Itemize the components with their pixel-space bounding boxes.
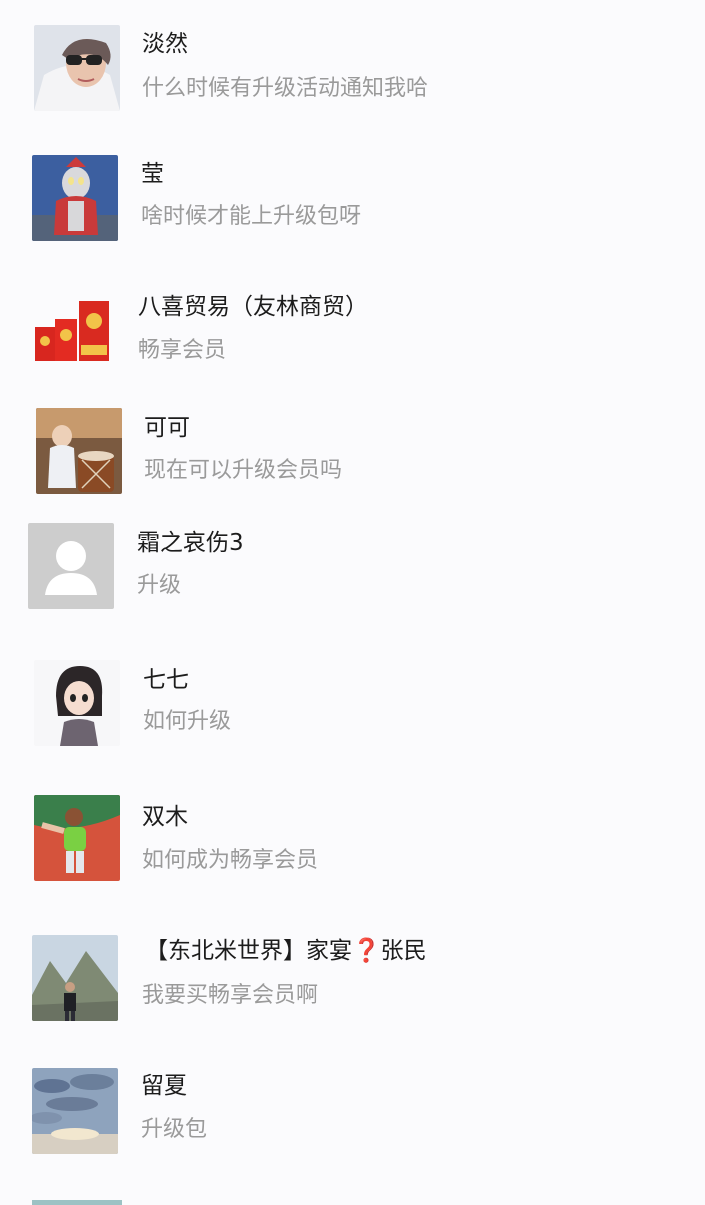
next-avatar-edge bbox=[32, 1200, 122, 1205]
contact-name: 莹 bbox=[141, 161, 164, 187]
list-item[interactable]: 留夏 升级包 bbox=[0, 1063, 705, 1183]
contact-name-prefix: 【东北米世界】家宴 bbox=[145, 938, 352, 964]
contact-name: 可可 bbox=[144, 415, 190, 441]
woman-sunglasses-avatar[interactable] bbox=[34, 25, 120, 111]
message-preview: 如何成为畅享会员 bbox=[142, 848, 319, 873]
message-preview: 什么时候有升级活动通知我哈 bbox=[142, 76, 429, 101]
question-mark-icon: ❓ bbox=[352, 938, 381, 964]
message-list-screen: { "messages": [ {"name": "淡然", "text": "… bbox=[0, 0, 705, 1205]
list-item[interactable]: 莹 啥时候才能上升级包呀 bbox=[0, 150, 705, 270]
mountain-man-avatar[interactable] bbox=[32, 935, 118, 1021]
default-person-avatar[interactable] bbox=[28, 523, 114, 609]
contact-name: 【东北米世界】家宴❓张民 bbox=[145, 940, 427, 963]
contact-name: 霜之哀伤3 bbox=[137, 530, 244, 556]
cloudy-sky-avatar[interactable] bbox=[32, 1068, 118, 1154]
contact-name: 八喜贸易（友林商贸） bbox=[138, 294, 368, 320]
message-preview: 如何升级 bbox=[143, 709, 232, 734]
list-item[interactable]: 可可 现在可以升级会员吗 bbox=[0, 405, 705, 525]
list-item[interactable]: 七七 如何升级 bbox=[0, 655, 705, 775]
list-item[interactable]: 双木 如何成为畅享会员 bbox=[0, 790, 705, 910]
list-item[interactable]: 霜之哀伤3 升级 bbox=[0, 520, 705, 640]
cartoon-girl-avatar[interactable] bbox=[34, 660, 120, 746]
red-envelopes-avatar[interactable] bbox=[33, 295, 113, 365]
contact-name: 七七 bbox=[143, 667, 189, 693]
message-preview: 我要买畅享会员啊 bbox=[142, 983, 319, 1008]
toddler-running-avatar[interactable] bbox=[34, 795, 120, 881]
ultraman-figure-avatar[interactable] bbox=[32, 155, 118, 241]
message-preview: 升级 bbox=[137, 573, 182, 598]
list-item[interactable]: 淡然 什么时候有升级活动通知我哈 bbox=[0, 20, 705, 140]
contact-name: 留夏 bbox=[141, 1073, 187, 1099]
message-preview: 啥时候才能上升级包呀 bbox=[141, 204, 362, 229]
message-preview: 畅享会员 bbox=[138, 338, 227, 363]
message-preview: 现在可以升级会员吗 bbox=[144, 458, 343, 483]
message-preview: 升级包 bbox=[141, 1117, 208, 1142]
contact-name-suffix: 张民 bbox=[380, 938, 427, 964]
child-drum-avatar[interactable] bbox=[36, 408, 122, 494]
contact-name: 淡然 bbox=[142, 31, 188, 57]
list-item[interactable]: 【东北米世界】家宴❓张民 我要买畅享会员啊 bbox=[0, 930, 705, 1050]
list-item[interactable]: 八喜贸易（友林商贸） 畅享会员 bbox=[0, 290, 705, 410]
contact-name: 双木 bbox=[142, 804, 188, 830]
